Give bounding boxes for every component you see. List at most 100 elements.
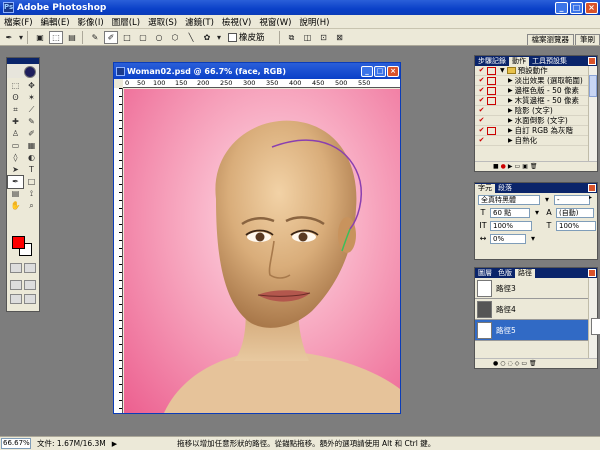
slice-tool-icon[interactable]: ⟋ (24, 104, 39, 116)
tracking-field[interactable]: 0% (490, 233, 526, 244)
doc-maximize-button[interactable]: □ (374, 65, 386, 77)
menu-window[interactable]: 視窗(W) (255, 16, 295, 28)
status-menu-icon[interactable]: ▶ (112, 440, 117, 448)
maximize-button[interactable]: □ (570, 1, 583, 14)
dialog-toggle-icon[interactable] (487, 66, 496, 75)
collapse-triangle-icon[interactable]: ▶ (508, 97, 513, 104)
make-work-path-icon[interactable]: ◇ (515, 360, 520, 367)
menu-file[interactable]: 檔案(F) (0, 16, 37, 28)
close-button[interactable]: × (585, 1, 598, 14)
zoom-tool-icon[interactable]: ⌕ (24, 200, 39, 212)
toggle-check-icon[interactable]: ✔ (477, 76, 486, 85)
toggle-check-icon[interactable]: ✔ (477, 96, 486, 105)
leading-field[interactable]: (自動) (556, 207, 594, 218)
blur-tool-icon[interactable]: ◊ (8, 152, 23, 164)
pen-tool-icon[interactable]: ✎ (88, 31, 102, 44)
new-action-icon[interactable]: ▣ (522, 163, 528, 170)
menu-select[interactable]: 選取(S) (144, 16, 181, 28)
full-screen-menu-mode-icon[interactable] (24, 280, 36, 290)
play-icon[interactable]: ▶ (508, 163, 513, 170)
brush-tool-icon[interactable]: ✎ (24, 116, 39, 128)
intersect-path-icon[interactable]: ⊡ (317, 31, 331, 44)
collapse-triangle-icon[interactable]: ▶ (508, 77, 513, 84)
tab-actions[interactable]: 動作 (509, 57, 529, 66)
dialog-toggle-icon[interactable] (487, 107, 496, 115)
type-tool-icon[interactable]: T (24, 164, 39, 176)
add-to-path-icon[interactable]: ⧉ (285, 31, 299, 44)
standard-mode-icon[interactable] (10, 263, 22, 273)
minimize-button[interactable]: _ (555, 1, 568, 14)
collapse-triangle-icon[interactable]: ▶ (508, 87, 513, 94)
healing-brush-tool-icon[interactable]: ✚ (8, 116, 23, 128)
line-tool-icon[interactable]: ╲ (184, 31, 198, 44)
shape-layers-icon[interactable]: ▣ (33, 31, 47, 44)
chevron-down-icon[interactable]: ▾ (528, 234, 538, 243)
jump-to-imageready-icon[interactable] (24, 294, 36, 304)
palette-menu-icon[interactable]: ▸ (586, 194, 595, 201)
doc-close-button[interactable]: × (387, 65, 399, 77)
menu-filter[interactable]: 濾鏡(T) (181, 16, 218, 28)
menu-layer[interactable]: 圖層(L) (108, 16, 144, 28)
rubber-band-checkbox[interactable] (228, 32, 237, 42)
brushes-tab[interactable]: 筆刷 (575, 34, 600, 45)
clone-stamp-tool-icon[interactable]: ♙ (8, 128, 23, 140)
fill-pixels-icon[interactable]: ▤ (65, 31, 79, 44)
lasso-tool-icon[interactable]: ʘ (8, 92, 23, 104)
rectangle-tool-icon[interactable]: □ (120, 31, 134, 44)
tab-history[interactable]: 步驟記錄 (475, 57, 509, 66)
toggle-check-icon[interactable]: ✔ (477, 86, 486, 95)
freeform-pen-tool-preset-icon[interactable]: ✒ (2, 31, 16, 44)
scroll-thumb[interactable] (589, 75, 597, 97)
palette-close-icon[interactable] (588, 57, 596, 65)
toggle-check-icon[interactable]: ✔ (477, 66, 486, 75)
menu-view[interactable]: 檢視(V) (218, 16, 255, 28)
dodge-tool-icon[interactable]: ◐ (24, 152, 39, 164)
hand-tool-icon[interactable]: ✋ (8, 200, 23, 212)
shape-tool-icon[interactable]: □ (24, 176, 39, 188)
eraser-tool-icon[interactable]: ▭ (8, 140, 23, 152)
palette-close-icon[interactable] (588, 184, 596, 192)
notes-tool-icon[interactable]: ▤ (8, 188, 23, 200)
new-path-icon[interactable]: ▭ (521, 360, 527, 367)
chevron-down-icon[interactable]: ▾ (216, 31, 222, 44)
expand-triangle-icon[interactable]: ▼ (500, 67, 505, 74)
dialog-toggle-icon[interactable] (487, 137, 496, 145)
actions-scrollbar[interactable] (588, 66, 597, 161)
horizontal-scale-field[interactable]: 100% (556, 220, 596, 231)
file-browser-tab[interactable]: 檔案瀏覽器 (526, 34, 574, 45)
menu-image[interactable]: 影像(I) (74, 16, 108, 28)
path-row[interactable]: 路徑3 (475, 278, 597, 299)
crop-tool-icon[interactable]: ⌗ (8, 104, 23, 116)
toggle-check-icon[interactable]: ✔ (477, 136, 486, 145)
scroll-thumb[interactable] (591, 318, 600, 335)
path-row-selected[interactable]: 路徑5 (475, 320, 597, 341)
fill-path-icon[interactable]: ● (493, 360, 498, 367)
tab-character[interactable]: 字元 (475, 184, 495, 193)
adobe-online-icon[interactable] (7, 64, 39, 78)
tab-layers[interactable]: 圖層 (475, 269, 495, 278)
full-screen-mode-icon[interactable] (10, 294, 22, 304)
stroke-path-icon[interactable]: ○ (500, 360, 505, 367)
tab-paragraph[interactable]: 段落 (495, 184, 515, 193)
dialog-toggle-icon[interactable] (487, 96, 496, 105)
polygon-tool-icon[interactable]: ⬡ (168, 31, 182, 44)
path-selection-tool-icon[interactable]: ➤ (8, 164, 23, 176)
move-tool-icon[interactable]: ✥ (24, 80, 39, 92)
record-icon[interactable]: ● (501, 163, 506, 170)
rounded-rectangle-tool-icon[interactable]: ▢ (136, 31, 150, 44)
chevron-down-icon[interactable]: ▾ (532, 208, 542, 217)
chevron-down-icon[interactable]: ▾ (18, 31, 24, 44)
foreground-color-swatch[interactable] (12, 236, 25, 249)
subtract-from-path-icon[interactable]: ◫ (301, 31, 315, 44)
trash-icon[interactable]: 🗑 (529, 360, 537, 367)
marquee-tool-icon[interactable]: ⬚ (8, 80, 23, 92)
font-style-select[interactable]: - (554, 194, 590, 205)
trash-icon[interactable]: 🗑 (530, 163, 538, 170)
gradient-tool-icon[interactable]: ▦ (24, 140, 39, 152)
font-family-select[interactable]: 全真特黑體 (478, 194, 540, 205)
menu-edit[interactable]: 編輯(E) (37, 16, 74, 28)
image-canvas[interactable] (124, 89, 400, 413)
toggle-check-icon[interactable]: ✔ (477, 126, 486, 135)
load-selection-icon[interactable]: ◌ (508, 360, 513, 367)
zoom-level-field[interactable]: 66.67% (1, 438, 31, 449)
